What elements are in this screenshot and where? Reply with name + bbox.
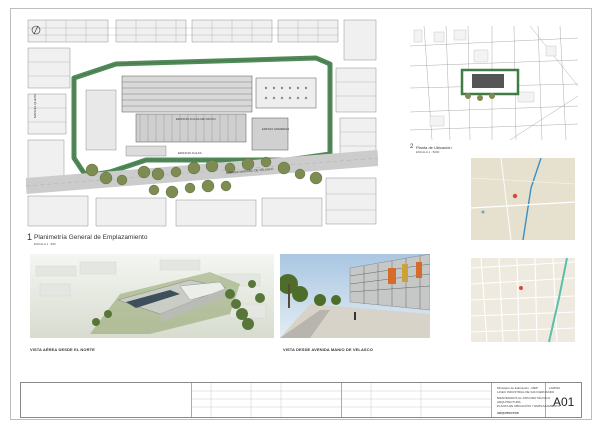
drawing-number-1: 1 — [27, 232, 33, 242]
render-aerial — [30, 254, 274, 338]
title-block: Ministerio de Educación - MEP LICEO INDU… — [20, 382, 582, 418]
render-street-caption: VISTA DESDE AVENIDA MANIO DE VELASCO — [283, 347, 373, 352]
label-building-a: EDIFICIO AULAS DE OFICIO — [176, 117, 216, 121]
client-line-2: LICEO INDUSTRIAL DE SAN FERNANDO — [497, 390, 555, 394]
location-pin-icon — [512, 193, 518, 199]
map-tile-lower — [471, 258, 575, 342]
firm-name: ARQUITECTOS — [497, 411, 519, 415]
location-plan — [410, 26, 578, 140]
location-pin-icon-2 — [519, 286, 523, 290]
drawing-scale-1: ESCALA 1 : 500 — [34, 242, 56, 246]
project-line-3: PLANTA DE UBICACIÓN Y EMPLAZAMIENTO — [497, 404, 560, 408]
sheet-number: A01 — [553, 395, 575, 409]
label-building-c: EDIFICIO GRADERIAS — [262, 127, 290, 131]
drawing-number-2: 2 — [410, 144, 414, 150]
label-building-b: EDIFICIO AULAS — [178, 151, 202, 155]
sheet-label: LAMINA — [549, 386, 561, 390]
render-street — [280, 254, 430, 338]
site-plan: EDIFICIO AULAS DE OFICIO EDIFICIO AULAS … — [26, 18, 378, 228]
render-aerial-caption: VISTA AÉREA DESDE EL NORTE — [30, 347, 95, 352]
location-plan-drawing — [410, 26, 578, 140]
drawing-title-1: Planimetría General de Emplazamiento — [34, 234, 148, 241]
drawing-scale-2: ESCALA 1 : 5000 — [416, 150, 440, 154]
site-plan-drawing: EDIFICIO AULAS DE OFICIO EDIFICIO AULAS … — [26, 18, 378, 228]
label-west-street: MANUEL QUEITA — [33, 94, 37, 118]
map-tile-upper — [471, 158, 575, 240]
